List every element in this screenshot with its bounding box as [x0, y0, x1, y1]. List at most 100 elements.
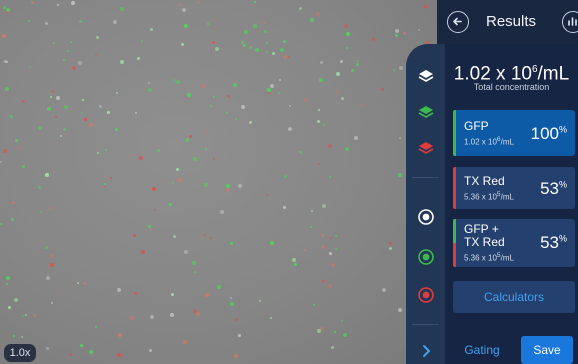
cell-marker — [205, 148, 207, 150]
cell-marker — [424, 5, 427, 8]
cell-marker — [45, 22, 48, 25]
cell-marker — [215, 47, 219, 51]
cell-marker — [130, 316, 134, 320]
cell-marker — [95, 54, 97, 56]
cell-marker — [84, 118, 87, 121]
cell-marker — [311, 210, 313, 212]
cell-marker — [310, 18, 314, 22]
cell-marker — [152, 187, 156, 191]
cell-marker — [318, 163, 320, 165]
target-white-icon[interactable] — [415, 206, 437, 228]
cell-marker — [0, 223, 2, 225]
cell-marker — [264, 30, 267, 33]
cell-marker — [393, 69, 395, 71]
cell-marker — [403, 32, 406, 35]
cell-marker — [283, 206, 286, 209]
cell-marker — [63, 128, 66, 131]
cell-marker — [50, 263, 54, 267]
chevron-right-icon[interactable] — [415, 340, 437, 362]
cell-marker — [45, 173, 49, 177]
channel-name-line2: TX Red — [464, 235, 505, 249]
cell-marker — [29, 66, 31, 68]
cell-marker — [328, 284, 332, 288]
cell-marker — [254, 1, 256, 3]
cell-marker — [344, 24, 348, 28]
bar-chart-icon[interactable] — [562, 11, 578, 33]
cell-marker — [289, 105, 291, 107]
cell-marker — [235, 118, 237, 120]
cell-marker — [230, 302, 234, 306]
cell-marker — [107, 111, 110, 114]
cell-marker — [272, 52, 275, 55]
cell-marker — [157, 149, 160, 152]
save-button[interactable]: Save — [521, 336, 573, 364]
channel-concentration: 1.02 x 106/mL — [464, 136, 514, 147]
cell-marker — [67, 50, 69, 52]
cell-marker — [381, 88, 384, 91]
cell-marker — [120, 7, 124, 11]
cell-marker — [284, 175, 287, 178]
cell-marker — [96, 36, 99, 39]
cell-marker — [117, 288, 121, 292]
cell-marker — [148, 225, 151, 228]
layers-green-icon[interactable] — [415, 102, 437, 124]
channel-card-gfp[interactable]: GFP 1.02 x 106/mL 100% — [453, 110, 575, 156]
cell-marker — [38, 126, 42, 130]
layers-white-icon[interactable] — [415, 66, 437, 88]
microscope-image[interactable]: 1.0x — [0, 0, 437, 364]
cell-marker — [80, 344, 83, 347]
gating-button[interactable]: Gating — [455, 336, 509, 364]
cell-marker — [280, 48, 284, 52]
cell-marker — [137, 57, 140, 60]
cell-marker — [398, 173, 402, 177]
cell-marker — [266, 51, 268, 53]
cell-marker — [189, 135, 192, 138]
cell-marker — [184, 24, 188, 28]
cell-marker — [134, 292, 137, 295]
cell-marker — [255, 48, 259, 52]
cell-marker — [395, 29, 399, 33]
channel-name: TX Red — [464, 174, 505, 188]
cell-marker — [335, 235, 337, 237]
cell-marker — [56, 96, 60, 100]
cell-marker — [154, 209, 156, 211]
cell-marker — [14, 298, 18, 302]
cell-marker — [104, 186, 106, 188]
cell-marker — [329, 252, 332, 255]
channel-card-tx-red[interactable]: TX Red 5.36 x 105/mL 53% — [453, 167, 575, 209]
cell-marker — [204, 183, 208, 187]
cell-marker — [310, 226, 312, 228]
channel-card-gfp-tx-red[interactable]: GFP + TX Red 5.36 x 105/mL 53% — [453, 219, 575, 267]
cell-marker — [97, 152, 99, 154]
cell-marker — [205, 293, 209, 297]
cell-marker — [193, 157, 197, 161]
cell-marker — [361, 104, 363, 106]
cell-marker — [288, 56, 290, 58]
cell-marker — [149, 349, 152, 352]
cell-marker — [22, 315, 24, 317]
cell-marker — [6, 276, 10, 280]
cell-marker — [230, 297, 232, 299]
cell-marker — [81, 112, 83, 114]
cell-marker — [317, 329, 321, 333]
target-red-icon[interactable] — [415, 284, 437, 306]
cell-marker — [8, 306, 11, 309]
cell-marker — [210, 105, 212, 107]
cell-marker — [50, 254, 54, 258]
zoom-level-badge[interactable]: 1.0x — [4, 344, 36, 362]
cell-marker — [340, 60, 343, 63]
cell-marker — [204, 234, 206, 236]
target-green-icon[interactable] — [415, 246, 437, 268]
cell-marker — [72, 66, 76, 70]
cell-marker — [336, 72, 340, 76]
cell-marker — [28, 20, 30, 22]
cell-marker — [329, 176, 331, 178]
calculators-button[interactable]: Calculators — [453, 281, 575, 313]
cell-marker — [270, 241, 274, 245]
cell-marker — [148, 88, 152, 92]
cell-marker — [46, 347, 49, 350]
cell-marker — [418, 29, 420, 31]
cell-marker — [131, 154, 133, 156]
cell-marker — [12, 201, 15, 204]
layers-red-icon[interactable] — [415, 138, 437, 160]
